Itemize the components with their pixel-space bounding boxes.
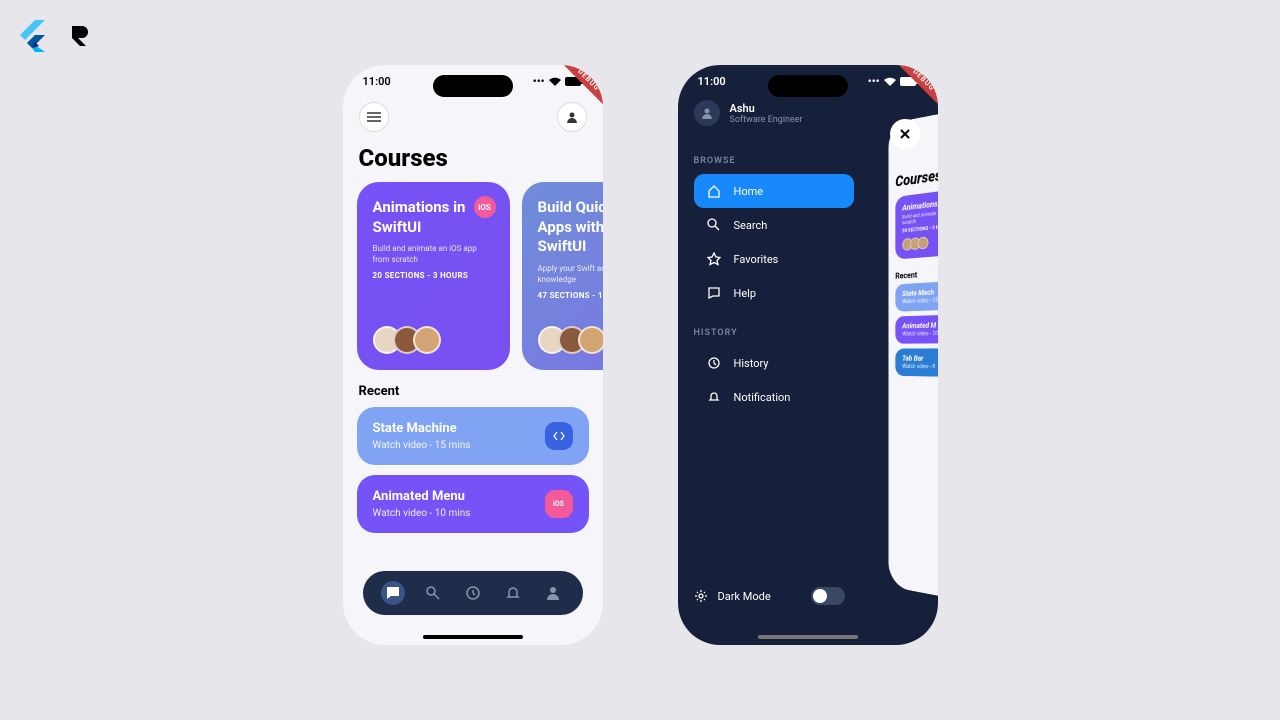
card-desc: Build and animate an iOS app from scratc… (373, 243, 493, 265)
recent-list: State Machine Watch video - 15 mins Anim… (343, 407, 603, 533)
rive-logo (66, 22, 94, 50)
menu-search[interactable]: Search (694, 208, 854, 242)
course-card[interactable]: iOS Animations in SwiftUI Build and anim… (357, 182, 510, 370)
person-icon (566, 111, 578, 123)
status-time: 11:00 (698, 75, 726, 88)
code-icon (545, 422, 573, 450)
menu-button[interactable] (359, 102, 389, 132)
person-icon (701, 107, 713, 119)
logos (20, 20, 94, 52)
dark-mode-label: Dark Mode (718, 590, 771, 603)
recent-card[interactable]: Animated Menu Watch video - 10 mins iOS (357, 475, 589, 533)
notch (433, 75, 513, 97)
avatars (373, 326, 494, 354)
nav-history[interactable] (461, 581, 485, 605)
profile-name: Ashu (730, 102, 803, 115)
profile-button[interactable] (557, 102, 587, 132)
clock-icon (706, 355, 722, 371)
menu-label: Notification (734, 391, 791, 404)
card-title: Build Quick Apps with SwiftUI (538, 198, 603, 257)
menu-label: Home (734, 185, 764, 198)
recent-sub: Watch video - 8 (902, 363, 938, 370)
profile-row: Ashu Software Engineer (694, 94, 922, 138)
menu-help[interactable]: Help (694, 276, 854, 310)
menu-notification[interactable]: Notification (694, 380, 854, 414)
menu-history[interactable]: History (694, 346, 854, 380)
menu-icon (367, 112, 381, 122)
wifi-icon (549, 77, 561, 87)
home-indicator (423, 635, 523, 639)
avatar (917, 236, 928, 249)
menu-label: Favorites (734, 253, 779, 266)
bell-icon (706, 389, 722, 405)
card-meta: 47 SECTIONS - 1 (538, 291, 603, 300)
recent-sub: Watch video - 10 (902, 330, 938, 338)
avatars (538, 326, 603, 354)
close-icon (899, 128, 911, 140)
ios-icon: iOS (474, 196, 496, 218)
phone-light: DEBUG 11:00 ••• Courses iOS Animations i… (343, 65, 603, 645)
tilted-home-content: Courses Animations in SwiftUI Build and … (888, 108, 938, 601)
course-card[interactable]: Animations in SwiftUI Build and animate … (895, 186, 938, 260)
notch (768, 75, 848, 97)
search-icon (706, 217, 722, 233)
avatar (578, 326, 603, 354)
avatar (413, 326, 441, 354)
course-card[interactable]: Build Quick Apps with SwiftUI Apply your… (522, 182, 603, 370)
recent-card[interactable]: Tab Bar Watch video - 8 (895, 348, 938, 377)
cellular-icon: ••• (533, 75, 545, 88)
wifi-icon (884, 77, 896, 87)
menu-home[interactable]: Home (694, 174, 854, 208)
dark-mode-toggle[interactable] (811, 587, 845, 605)
menu-favorites[interactable]: Favorites (694, 242, 854, 276)
status-time: 11:00 (363, 75, 391, 88)
card-desc: Apply your Swift and SwiftUI knowledge (538, 263, 603, 285)
recent-sub: Watch video - 10 mins (373, 508, 471, 519)
phone-dark: DEBUG 11:00 ••• Ashu Software Engineer (678, 65, 938, 645)
recent-sub: Watch video - 15 mins (373, 440, 471, 451)
menu-label: History (734, 357, 769, 370)
nav-search[interactable] (421, 581, 445, 605)
recent-title: Animated Menu (373, 489, 471, 504)
recent-card[interactable]: Animated M Watch video - 10 (895, 314, 938, 344)
nav-profile[interactable] (541, 581, 565, 605)
profile-role: Software Engineer (730, 115, 803, 125)
profile-avatar (694, 100, 720, 126)
menu-label: Search (734, 219, 768, 232)
header-row (343, 94, 603, 140)
home-indicator (758, 635, 858, 639)
recent-card[interactable]: State Mach Watch video - 15 (895, 280, 938, 312)
history-label: HISTORY (694, 328, 922, 338)
help-icon (706, 285, 722, 301)
ios-icon: iOS (545, 490, 573, 518)
bottom-nav (363, 571, 583, 615)
nav-chat[interactable] (381, 581, 405, 605)
menu-label: Help (734, 287, 757, 300)
gear-icon (694, 589, 708, 603)
page-title: Courses (343, 140, 603, 182)
avatars (902, 232, 938, 251)
close-button[interactable] (890, 119, 920, 149)
flutter-logo (20, 20, 46, 52)
home-icon (706, 183, 722, 199)
toggle-thumb (813, 589, 827, 603)
recent-card[interactable]: State Machine Watch video - 15 mins (357, 407, 589, 465)
cards-row[interactable]: iOS Animations in SwiftUI Build and anim… (343, 182, 603, 370)
star-icon (706, 251, 722, 267)
recent-label: Recent (888, 261, 938, 285)
cellular-icon: ••• (868, 75, 880, 88)
card-meta: 20 SECTIONS - 3 HOURS (373, 271, 494, 280)
browse-label: BROWSE (694, 156, 922, 166)
recent-label: Recent (343, 370, 603, 407)
card-title: Animations in SwiftUI (373, 198, 483, 237)
nav-bell[interactable] (501, 581, 525, 605)
dark-mode-row: Dark Mode (694, 587, 845, 605)
recent-title: State Machine (373, 421, 471, 436)
